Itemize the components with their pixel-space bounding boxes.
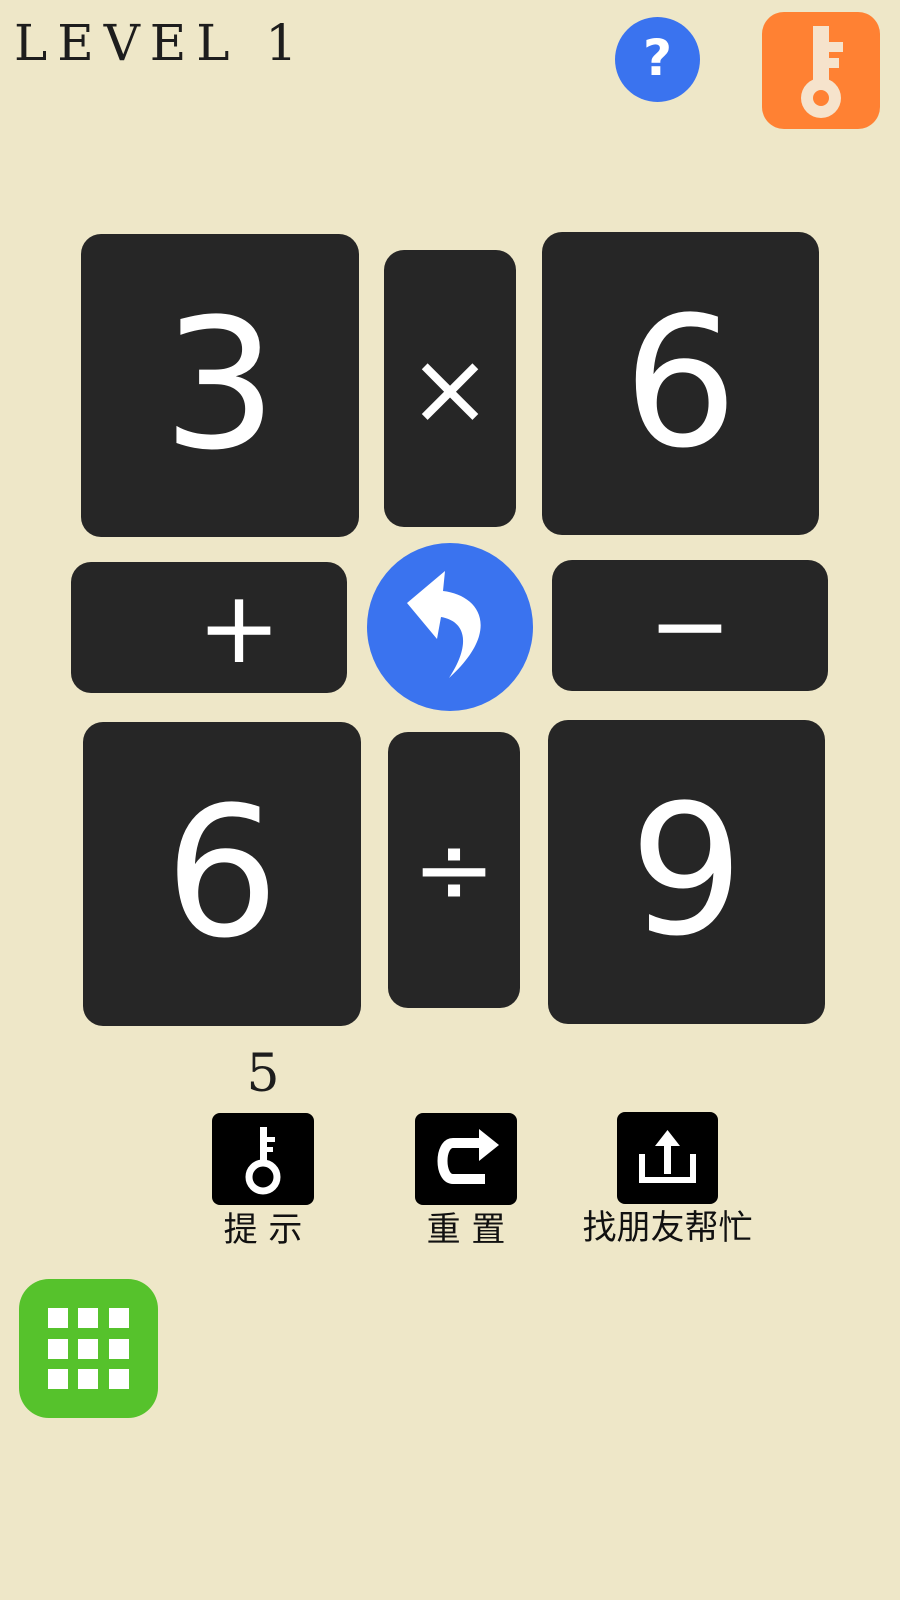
- share-button[interactable]: [617, 1112, 718, 1204]
- grid-icon: [48, 1308, 129, 1389]
- operator-symbol: −: [648, 566, 732, 684]
- hint-label: 提 示: [223, 1210, 303, 1250]
- level-title: LEVEL 1: [14, 14, 308, 72]
- operator-symbol: ×: [408, 329, 492, 447]
- tile-value: 6: [623, 278, 738, 488]
- number-tile-top-right[interactable]: 6: [542, 232, 819, 535]
- hint-button[interactable]: [212, 1113, 314, 1205]
- operator-symbol: +: [197, 568, 281, 686]
- question-icon: ?: [643, 29, 672, 87]
- tile-value: 3: [162, 280, 278, 490]
- operator-tile-bottom[interactable]: ÷: [388, 732, 520, 1008]
- number-tile-top-left[interactable]: 3: [81, 234, 359, 537]
- help-button[interactable]: ?: [615, 17, 700, 102]
- hint-key-button[interactable]: [762, 12, 880, 129]
- svg-text:?: ?: [643, 29, 672, 87]
- share-icon: [639, 1130, 696, 1183]
- key-icon: [245, 1127, 281, 1195]
- tile-value: 9: [629, 767, 744, 976]
- undo-arrow-icon: [407, 571, 481, 678]
- reset-label: 重 置: [426, 1210, 506, 1250]
- number-tile-bottom-right[interactable]: 9: [548, 720, 825, 1024]
- operator-tile-left[interactable]: +: [71, 562, 347, 693]
- operator-tile-right[interactable]: −: [552, 560, 828, 691]
- share-label: 找朋友帮忙: [582, 1208, 753, 1248]
- undo-button[interactable]: [367, 543, 533, 711]
- level-menu-button[interactable]: [19, 1279, 158, 1418]
- hint-count: 5: [246, 1044, 280, 1104]
- tile-value: 6: [164, 769, 280, 978]
- operator-tile-top[interactable]: ×: [384, 250, 516, 527]
- redo-arrow-icon: [437, 1129, 499, 1184]
- key-icon: [801, 26, 843, 118]
- operator-symbol: ÷: [412, 811, 496, 928]
- number-tile-bottom-left[interactable]: 6: [83, 722, 361, 1026]
- reset-button[interactable]: [415, 1113, 517, 1205]
